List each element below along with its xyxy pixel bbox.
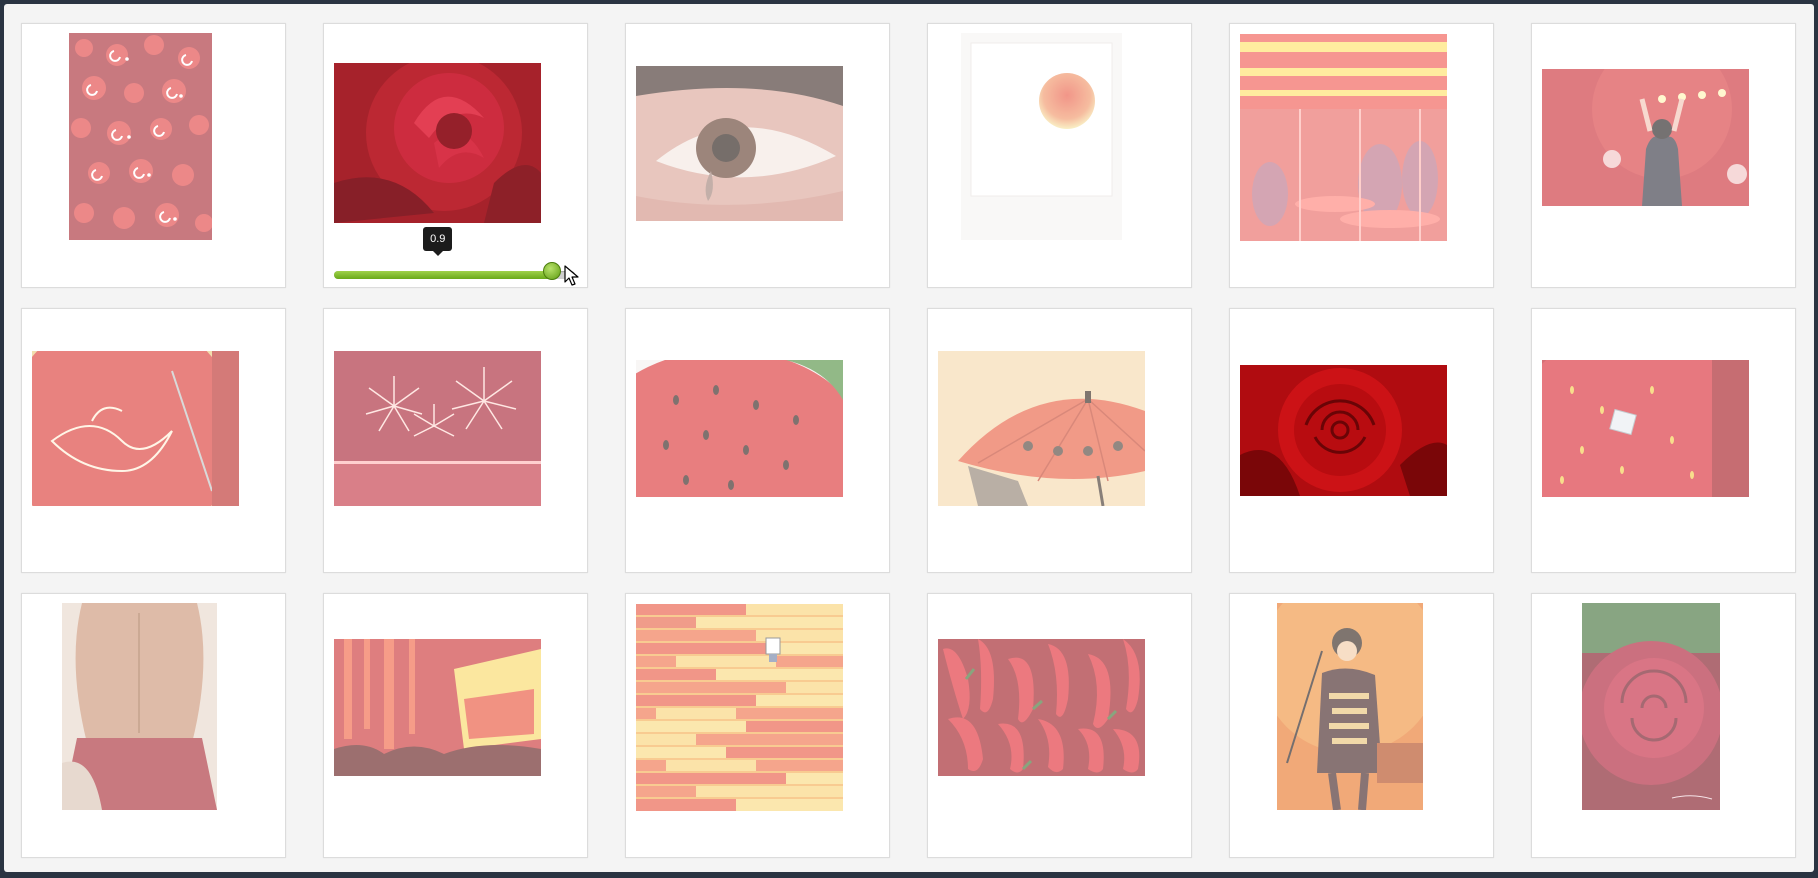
fireworks-image bbox=[334, 351, 541, 506]
back-image bbox=[62, 603, 217, 810]
eye-image bbox=[636, 66, 843, 221]
peppers-image bbox=[938, 639, 1145, 776]
opacity-tooltip: 0.9 bbox=[423, 227, 453, 256]
image-card-concert[interactable] bbox=[323, 593, 588, 858]
cafe-image bbox=[1240, 34, 1447, 241]
gallery-window: 0.9 bbox=[4, 4, 1814, 872]
image-grid: 0.9 bbox=[21, 23, 1796, 858]
image-card-sun[interactable] bbox=[927, 23, 1192, 288]
rose-image bbox=[1582, 603, 1720, 810]
singer-image bbox=[1542, 69, 1749, 206]
image-card-strawberry[interactable] bbox=[625, 308, 890, 573]
opacity-slider[interactable] bbox=[334, 271, 575, 279]
opacity-slider-fill bbox=[334, 271, 551, 279]
parasol-image bbox=[938, 351, 1145, 506]
sun-image bbox=[961, 33, 1122, 240]
image-card-embroidery[interactable] bbox=[21, 308, 286, 573]
concert-image bbox=[334, 639, 541, 776]
singer-image bbox=[1277, 603, 1423, 810]
image-card-rose-selected[interactable]: 0.9 bbox=[323, 23, 588, 288]
image-card-flags[interactable] bbox=[21, 23, 286, 288]
image-card-cafe[interactable] bbox=[1229, 23, 1494, 288]
strawberry-ring-image bbox=[1542, 360, 1749, 497]
image-card-rose-dark[interactable] bbox=[1531, 593, 1796, 858]
image-card-parasol[interactable] bbox=[927, 308, 1192, 573]
image-card-fireworks[interactable] bbox=[323, 308, 588, 573]
embroidery-image bbox=[32, 351, 239, 506]
image-card-singer[interactable] bbox=[1531, 23, 1796, 288]
image-card-rose-full[interactable] bbox=[1229, 308, 1494, 573]
strawberry-image bbox=[636, 360, 843, 497]
image-card-strawberry-ring[interactable] bbox=[1531, 308, 1796, 573]
rose-image bbox=[1240, 365, 1447, 496]
image-card-stripes[interactable] bbox=[625, 593, 890, 858]
flags-image bbox=[69, 33, 212, 240]
image-card-back[interactable] bbox=[21, 593, 286, 858]
mouse-cursor-icon bbox=[564, 265, 579, 286]
image-card-eye[interactable] bbox=[625, 23, 890, 288]
rose-image bbox=[334, 63, 541, 223]
image-card-singer-orange[interactable] bbox=[1229, 593, 1494, 858]
stripes-image bbox=[636, 604, 843, 811]
image-card-peppers[interactable] bbox=[927, 593, 1192, 858]
opacity-slider-thumb[interactable] bbox=[542, 262, 561, 280]
